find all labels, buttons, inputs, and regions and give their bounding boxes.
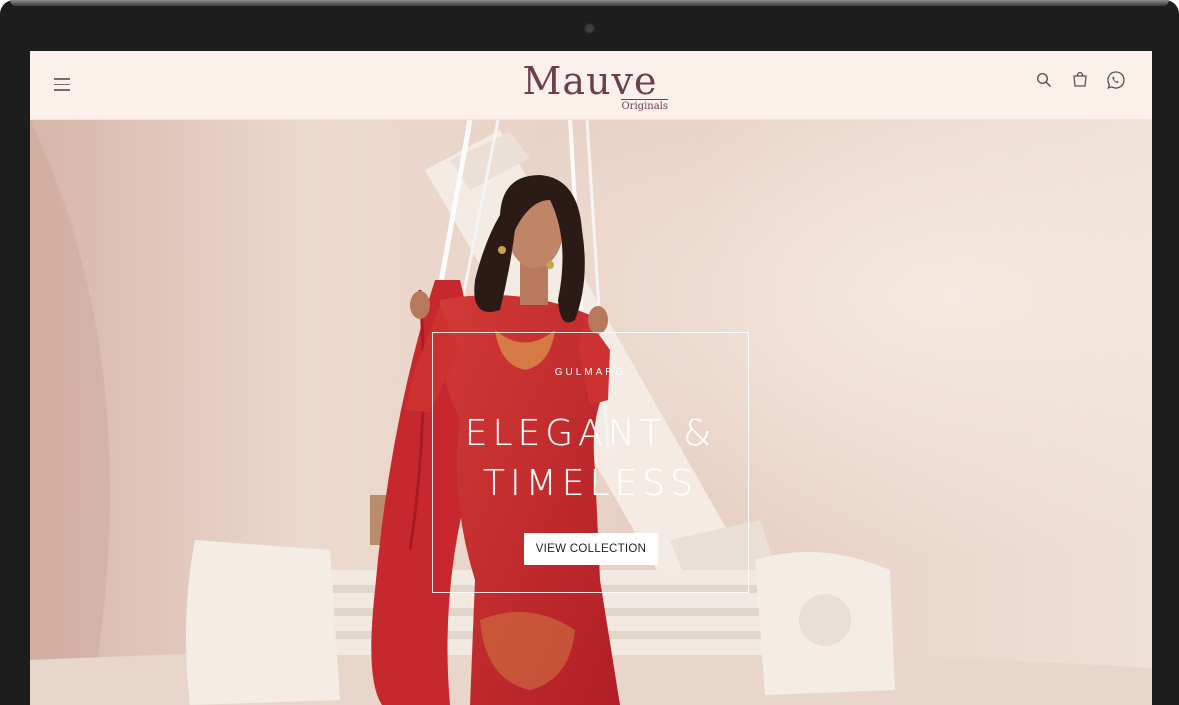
logo-wordmark: Mauve	[522, 59, 658, 103]
search-icon[interactable]	[1034, 70, 1054, 90]
camera-dot	[584, 23, 595, 34]
hero-headline: ELEGANT & TIMELESS	[433, 409, 748, 509]
hero-headline-line-1: ELEGANT &	[464, 413, 717, 454]
website-screen: Mauve Originals GULMARG ELEGANT & TIMELE…	[30, 51, 1152, 705]
hero-text-box: GULMARG ELEGANT & TIMELESS VIEW COLLECTI…	[432, 332, 749, 593]
whatsapp-icon[interactable]	[1106, 70, 1126, 90]
logo-subtitle: Originals	[621, 99, 668, 112]
laptop-frame: Mauve Originals GULMARG ELEGANT & TIMELE…	[0, 0, 1179, 705]
menu-icon[interactable]	[54, 78, 70, 92]
collection-name: GULMARG	[554, 367, 627, 378]
cart-icon[interactable]	[1070, 70, 1090, 90]
brand-logo[interactable]: Mauve Originals	[510, 61, 670, 113]
hero-headline-line-2: TIMELESS	[483, 463, 698, 504]
frame-top-edge	[10, 0, 1169, 6]
site-header: Mauve Originals	[30, 51, 1152, 120]
hero-banner: GULMARG ELEGANT & TIMELESS VIEW COLLECTI…	[30, 120, 1152, 705]
view-collection-button[interactable]: VIEW COLLECTION	[524, 533, 658, 565]
header-actions	[1034, 69, 1126, 91]
